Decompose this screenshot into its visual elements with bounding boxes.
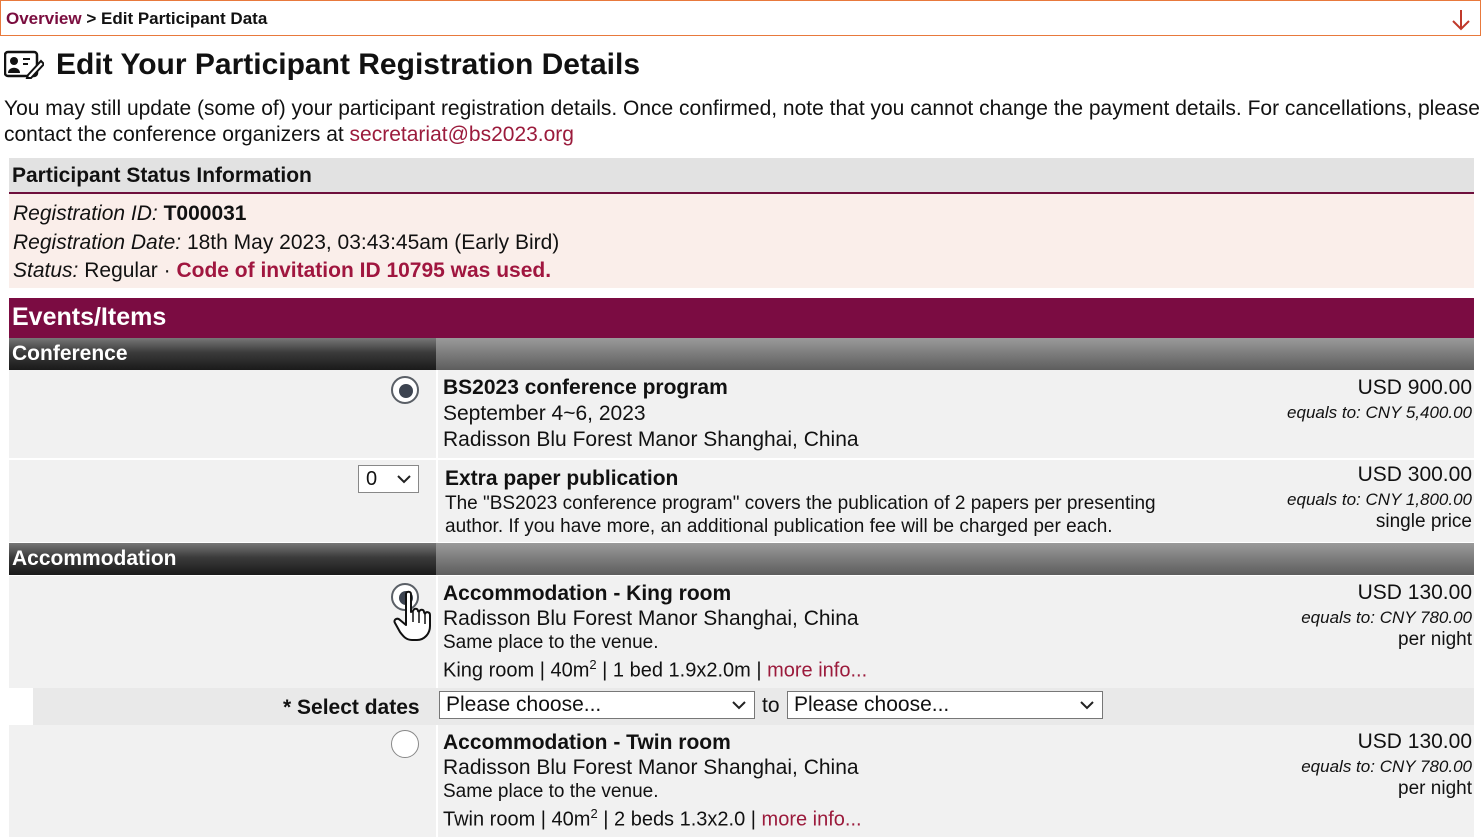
item-price: USD 130.00 equals to: CNY 780.00 per nig… [1301, 576, 1472, 651]
item-row-twin-room: Accommodation - Twin room Radisson Blu F… [9, 725, 1474, 837]
status-section-header: Participant Status Information [9, 158, 1474, 194]
date-to-select[interactable]: Please choose... [787, 691, 1103, 719]
twin-room-radio[interactable] [391, 730, 419, 758]
conference-program-radio[interactable] [391, 376, 419, 404]
registration-date-label: Registration Date: [13, 231, 182, 254]
events-heading: Events/Items [12, 303, 167, 331]
breadcrumb-current: Edit Participant Data [101, 9, 268, 28]
equals-label: equals to: [1287, 490, 1361, 509]
registration-id-value: T000031 [163, 202, 247, 225]
item-title: Accommodation - Twin room [443, 731, 731, 754]
price-note: per night [1398, 629, 1472, 650]
price-note: single price [1375, 511, 1472, 532]
quantity-value: 0 [366, 468, 378, 490]
price-usd: USD 300.00 [1357, 463, 1472, 486]
status-separator: · [163, 259, 171, 282]
accommodation-label: Accommodation [12, 547, 177, 570]
room-specs: King room | 40m2 | 1 bed 1.9x2.0m | more… [443, 657, 867, 683]
equals-label: equals to: [1301, 757, 1375, 776]
id-card-edit-icon [4, 50, 44, 79]
status-value: Regular [84, 259, 158, 282]
chevron-down-icon [732, 701, 746, 710]
equals-label: equals to: [1287, 403, 1361, 422]
room-spec-text-2: | 1 bed 1.9x2.0m | [596, 659, 768, 682]
status-heading: Participant Status Information [12, 164, 312, 187]
hand-pointer-icon [393, 590, 431, 641]
conference-label: Conference [12, 342, 128, 365]
item-title: Accommodation - King room [443, 582, 732, 605]
item-note: Same place to the venue. [443, 632, 659, 653]
page-title: Edit Your Participant Registration Detai… [56, 48, 641, 81]
room-spec-text: King room | 40m [443, 659, 590, 682]
date-from-select[interactable]: Please choose... [439, 691, 755, 719]
status-label: Status: [13, 259, 79, 282]
breadcrumb-overview-link[interactable]: Overview [6, 9, 82, 28]
item-venue: Radisson Blu Forest Manor Shanghai, Chin… [443, 756, 859, 779]
chevron-down-icon [397, 475, 411, 484]
price-cny: CNY 5,400.00 [1365, 403, 1472, 422]
price-note: per night [1398, 778, 1472, 799]
registration-id-label: Registration ID: [13, 202, 158, 225]
room-spec-superscript: 2 [590, 806, 598, 821]
room-spec-text-2: | 2 beds 1.3x2.0 | [597, 808, 762, 831]
chevron-down-icon [1080, 701, 1094, 710]
item-price: USD 900.00 equals to: CNY 5,400.00 [1287, 370, 1472, 423]
to-label: to [762, 694, 780, 717]
select-dates-label: * Select dates [283, 696, 420, 719]
item-price: USD 130.00 equals to: CNY 780.00 per nig… [1301, 725, 1472, 800]
item-dates: September 4~6, 2023 [443, 402, 646, 425]
item-row-conference-program: BS2023 conference program September 4~6,… [9, 370, 1474, 458]
item-description-line2: author. If you have more, an additional … [445, 516, 1113, 537]
item-price: USD 300.00 equals to: CNY 1,800.00 singl… [1287, 460, 1472, 533]
price-cny: CNY 780.00 [1379, 608, 1472, 627]
more-info-link[interactable]: more info... [767, 660, 867, 682]
item-description-line1: The "BS2023 conference program" covers t… [445, 493, 1156, 514]
email-link[interactable]: secretariat@bs2023.org [350, 123, 574, 146]
price-usd: USD 130.00 [1357, 730, 1472, 753]
item-row-king-room: Accommodation - King room Radisson Blu F… [9, 576, 1474, 688]
intro-text: You may still update (some of) your part… [4, 96, 1483, 148]
breadcrumb: Overview > Edit Participant Data [0, 0, 1481, 36]
item-note: Same place to the venue. [443, 781, 659, 802]
extra-paper-quantity-select[interactable]: 0 [358, 465, 419, 493]
item-title: Extra paper publication [445, 467, 679, 490]
arrow-down-icon[interactable] [1450, 7, 1472, 33]
date-from-value: Please choose... [446, 693, 602, 716]
item-row-extra-paper: 0 Extra paper publication The "BS2023 co… [9, 460, 1474, 542]
select-dates-row: * Select dates Please choose... to Pleas… [33, 688, 1474, 725]
price-usd: USD 900.00 [1357, 376, 1472, 399]
price-cny: CNY 780.00 [1379, 757, 1472, 776]
registration-date-value: 18th May 2023, 03:43:45am (Early Bird) [186, 231, 560, 254]
invitation-notice: Code of invitation ID 10795 was used. [176, 259, 552, 282]
price-usd: USD 130.00 [1357, 581, 1472, 604]
item-title: BS2023 conference program [443, 376, 728, 399]
item-venue: Radisson Blu Forest Manor Shanghai, Chin… [443, 607, 859, 630]
more-info-link[interactable]: more info... [762, 809, 862, 831]
room-spec-superscript: 2 [589, 657, 597, 672]
room-specs: Twin room | 40m2 | 2 beds 1.3x2.0 | more… [443, 806, 862, 832]
accommodation-category-header: Accommodation [9, 543, 1474, 575]
equals-label: equals to: [1301, 608, 1375, 627]
breadcrumb-separator: > [86, 9, 97, 28]
item-venue: Radisson Blu Forest Manor Shanghai, Chin… [443, 428, 859, 451]
room-spec-text: Twin room | 40m [443, 808, 591, 831]
conference-category-header: Conference [9, 338, 1474, 370]
intro-paragraph: You may still update (some of) your part… [4, 97, 1480, 146]
price-cny: CNY 1,800.00 [1365, 490, 1472, 509]
status-section: Registration ID: T000031 Registration Da… [9, 194, 1474, 288]
events-section-header: Events/Items [9, 298, 1474, 338]
date-to-value: Please choose... [794, 693, 950, 716]
